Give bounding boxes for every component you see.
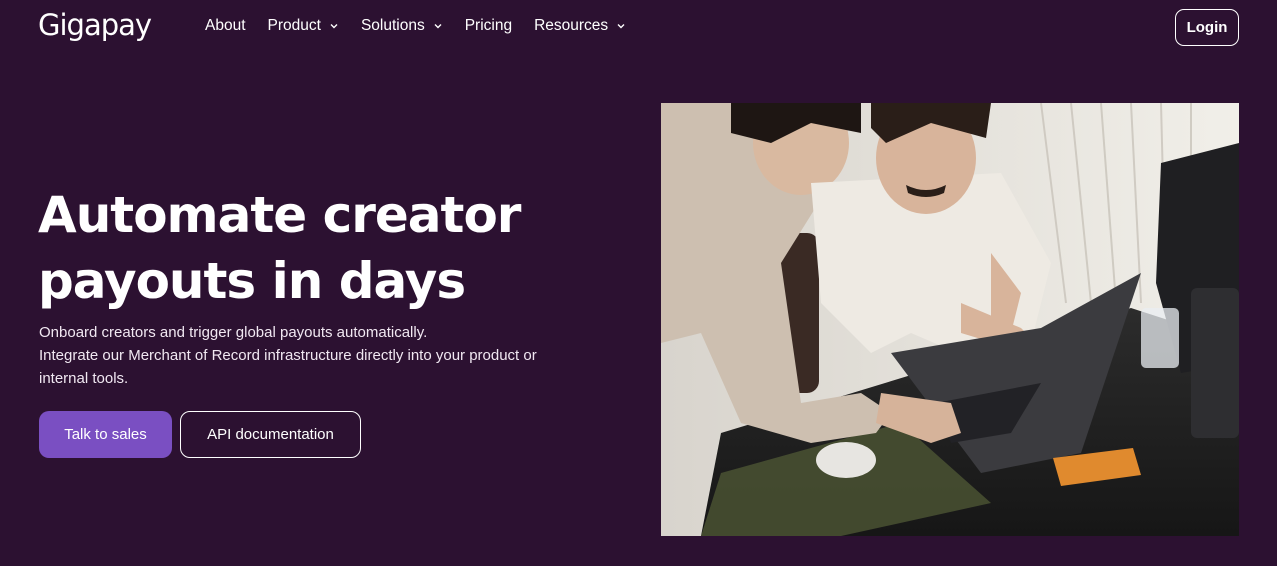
hero-photo-illustration bbox=[661, 103, 1239, 536]
hero-title: Automate creator payouts in days bbox=[38, 182, 638, 314]
hero-subtitle-line: Onboard creators and trigger global payo… bbox=[39, 324, 428, 341]
nav-item-product[interactable]: Product bbox=[268, 17, 339, 35]
nav-item-label: About bbox=[205, 17, 246, 34]
nav-item-label: Resources bbox=[534, 17, 609, 34]
login-button[interactable]: Login bbox=[1175, 9, 1239, 46]
hero-title-line: Automate creator bbox=[38, 186, 521, 244]
nav-item-resources[interactable]: Resources bbox=[534, 17, 626, 35]
talk-to-sales-button[interactable]: Talk to sales bbox=[39, 411, 172, 458]
hero-subtitle: Onboard creators and trigger global payo… bbox=[39, 321, 599, 390]
nav-item-about[interactable]: About bbox=[205, 17, 246, 35]
chevron-down-icon bbox=[617, 24, 625, 29]
main-nav: About Product Solutions Pricing Resource… bbox=[205, 17, 626, 35]
nav-item-pricing[interactable]: Pricing bbox=[465, 17, 512, 35]
hero-subtitle-line: internal tools. bbox=[39, 370, 129, 387]
api-documentation-button[interactable]: API documentation bbox=[180, 411, 361, 458]
hero-subtitle-line: Integrate our Merchant of Record infrast… bbox=[39, 347, 537, 364]
hero-title-line: payouts in days bbox=[38, 252, 466, 310]
nav-item-label: Pricing bbox=[464, 17, 513, 34]
nav-item-solutions[interactable]: Solutions bbox=[361, 17, 443, 35]
chevron-down-icon bbox=[330, 24, 338, 29]
nav-item-label: Product bbox=[267, 17, 321, 34]
hero-photo bbox=[661, 103, 1239, 536]
chevron-down-icon bbox=[434, 24, 442, 29]
gigapay-logo[interactable]: Gigapay bbox=[38, 8, 152, 42]
nav-item-label: Solutions bbox=[360, 17, 425, 34]
